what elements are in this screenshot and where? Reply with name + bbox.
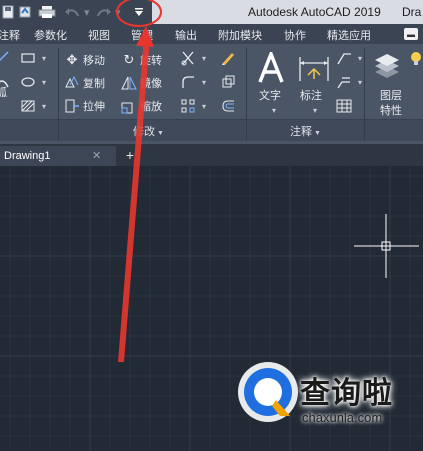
copy-label: 复制 [83,78,105,90]
watermark-text: 查询啦 [300,376,393,411]
leader-dropdown-icon[interactable]: ▾ [352,50,368,66]
new-tab-button[interactable]: + [123,146,137,164]
chevron-down-icon: ▼ [157,130,164,137]
undo-dropdown-icon[interactable]: ▾ [84,3,90,21]
move-tool[interactable]: ✥ 移动 [64,50,105,70]
watermark-url: chaxunla.com [302,410,383,425]
tab-manage[interactable]: 管理 [131,27,153,43]
copy-icon [64,75,80,91]
quick-access-toolbar: ▾ ▾ [0,0,152,24]
multileader-dropdown-icon[interactable]: ▾ [352,74,368,90]
tab-view[interactable]: 视图 [88,27,110,43]
table-icon[interactable] [336,98,352,114]
customize-dropdown-icon[interactable] [132,3,146,21]
panel-divider [58,119,59,141]
scale-icon [121,98,137,114]
ellipse-dropdown-icon[interactable]: ▾ [36,74,52,90]
modify-panel-title[interactable]: 修改 ▼ [133,123,164,139]
autocad-window: ▾ ▾ Autodesk AutoCAD 2019 Dra 注释 参数化 视图 … [0,0,423,451]
offset-icon[interactable] [220,98,236,114]
scale-label: 缩放 [140,101,162,113]
rotate-icon: ↻ [123,52,135,67]
dimension-dropdown-icon[interactable]: ▾ [307,102,323,118]
ribbon-panel-titles [0,119,423,141]
crosshair-cursor [354,214,419,278]
close-icon[interactable]: ✕ [92,149,101,162]
panel-divider [246,119,247,141]
annotation-panel-label: 注释 [290,126,312,138]
watermark-logo-icon [238,362,298,422]
stretch-icon [64,98,80,114]
text-icon[interactable] [256,52,286,84]
undo-icon[interactable] [64,3,80,21]
ribbon-tab-bar: 注释 参数化 视图 管理 输出 附加模块 协作 精选应用 ▬ [0,24,423,44]
rectangle-icon[interactable] [20,50,36,66]
rotate-tool[interactable]: ↻ 旋转 [121,50,162,70]
stretch-label: 拉伸 [83,101,105,113]
watermark: 查询啦 chaxunla.com [236,350,416,445]
copy-tool[interactable]: 复制 [64,73,105,93]
trim-icon[interactable] [180,50,196,66]
erase-icon[interactable] [220,50,236,66]
save-icon[interactable] [2,3,14,21]
stretch-tool[interactable]: 拉伸 [64,96,105,116]
leader-icon[interactable] [336,50,352,66]
trim-dropdown-icon[interactable]: ▾ [196,50,212,66]
mirror-label: 镜像 [140,78,162,90]
move-label: 移动 [83,55,105,67]
ribbon-display-toggle-icon[interactable]: ▬ [404,28,418,40]
chevron-down-icon: ▼ [314,130,321,137]
rotate-label: 旋转 [140,55,162,67]
print-icon[interactable] [38,3,56,21]
hatch-icon[interactable] [20,98,36,114]
array-dropdown-icon[interactable]: ▾ [196,98,212,114]
move-icon: ✥ [66,52,78,67]
tab-annotate[interactable]: 注释 [0,27,20,43]
drawing-tab-label: Drawing1 [4,150,51,162]
multileader-icon[interactable] [336,74,352,90]
tab-addins[interactable]: 附加模块 [218,27,262,43]
array-icon[interactable] [180,98,196,114]
annotation-panel-title[interactable]: 注释 ▼ [290,123,321,139]
mirror-icon [121,75,137,91]
rectangle-dropdown-icon[interactable]: ▾ [36,50,52,66]
panel-divider [364,119,365,141]
tab-collaborate[interactable]: 协作 [284,27,306,43]
tab-featured-apps[interactable]: 精选应用 [327,27,371,43]
redo-icon[interactable] [96,3,112,21]
dimension-icon[interactable] [298,55,330,83]
redo-dropdown-icon[interactable]: ▾ [115,3,121,21]
hatch-dropdown-icon[interactable]: ▾ [36,98,52,114]
layer-properties-label-line1[interactable]: 图层 [380,87,402,103]
explode-icon[interactable] [220,74,236,90]
text-dropdown-icon[interactable]: ▾ [266,102,282,118]
tab-output[interactable]: 输出 [175,27,197,43]
export-icon[interactable] [18,3,32,21]
layer-bulb-icon[interactable] [408,50,423,66]
line-icon[interactable] [0,50,10,66]
modify-panel-label: 修改 [133,126,155,138]
dimension-label[interactable]: 标注 [300,87,322,103]
title-bar: ▾ ▾ Autodesk AutoCAD 2019 Dra [0,0,423,24]
fillet-icon[interactable] [180,74,196,90]
app-title: Autodesk AutoCAD 2019 [248,5,381,19]
ellipse-icon[interactable] [20,74,36,90]
draw-label-fragment: 弧 [0,87,7,99]
text-label[interactable]: 文字 [259,87,281,103]
fillet-dropdown-icon[interactable]: ▾ [196,74,212,90]
layer-properties-icon[interactable] [372,52,402,82]
mirror-tool[interactable]: 镜像 [121,73,162,93]
layer-properties-label-line2[interactable]: 特性 [380,102,402,118]
tab-parametric[interactable]: 参数化 [34,27,67,43]
scale-tool[interactable]: 缩放 [121,96,162,116]
document-title: Dra [402,5,422,19]
